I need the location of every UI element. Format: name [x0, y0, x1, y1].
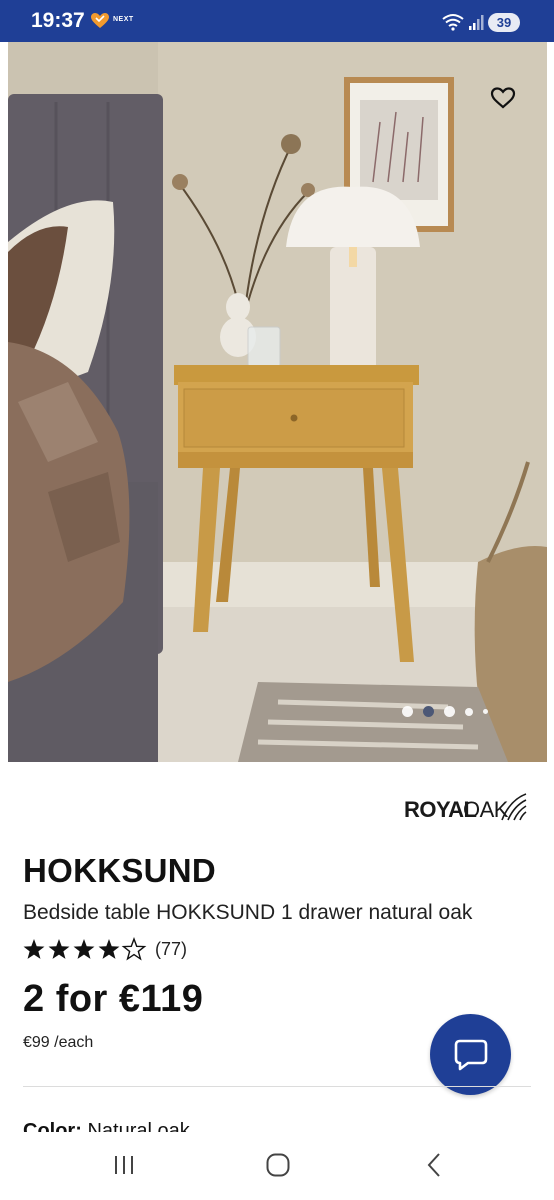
product-image[interactable]: [8, 42, 547, 762]
back-button[interactable]: [414, 1150, 454, 1180]
chat-bubble-icon: [454, 1039, 487, 1070]
home-icon: [266, 1153, 290, 1177]
battery-icon: 39: [488, 12, 520, 32]
review-count[interactable]: (77): [155, 939, 187, 960]
star-filled-icon: [23, 939, 45, 959]
star-rating-icon: [23, 937, 147, 961]
system-nav-bar: [0, 1132, 554, 1200]
price-main: 2 for €119: [23, 978, 204, 1020]
carousel-dot[interactable]: [465, 707, 473, 716]
carousel-dots[interactable]: [402, 706, 488, 717]
color-value: Natural oak: [87, 1120, 190, 1132]
rating[interactable]: (77): [23, 937, 187, 961]
product-title: HOKKSUND: [23, 852, 217, 889]
divider: [23, 1086, 531, 1087]
notification-app-label: NEXT: [113, 16, 134, 23]
battery-level: 39: [496, 14, 512, 30]
star-filled-icon: [48, 939, 70, 959]
next-app-icon: [91, 13, 109, 28]
star-filled-icon: [98, 939, 120, 959]
color-selector[interactable]: Color: Natural oak: [23, 1118, 190, 1132]
star-filled-icon: [73, 939, 95, 959]
signal-icon: [469, 15, 484, 30]
status-time: 19:37: [31, 9, 85, 32]
carousel-dot[interactable]: [483, 709, 488, 714]
recents-button[interactable]: [104, 1150, 144, 1180]
price-each: €99 /each: [23, 1034, 94, 1051]
back-icon: [427, 1153, 440, 1177]
color-label: Color:: [23, 1120, 82, 1132]
status-icons: 39: [442, 12, 520, 32]
recents-icon: [115, 1156, 133, 1174]
carousel-dot[interactable]: [444, 706, 455, 717]
status-bar: 19:37 NEXT 39: [0, 0, 554, 42]
carousel-dot[interactable]: [402, 706, 413, 717]
home-button[interactable]: [258, 1150, 298, 1180]
carousel-dot-active[interactable]: [423, 706, 434, 717]
favorite-button[interactable]: [486, 82, 520, 114]
heart-outline-icon: [490, 87, 516, 109]
product-subtitle[interactable]: Bedside table HOKKSUND 1 drawer natural …: [23, 901, 472, 925]
star-empty-icon: [121, 937, 147, 961]
wifi-icon: [442, 14, 464, 31]
chat-button[interactable]: [430, 1014, 511, 1095]
product-photo: [8, 42, 547, 762]
brand-logo-arcs-icon: [501, 793, 527, 821]
